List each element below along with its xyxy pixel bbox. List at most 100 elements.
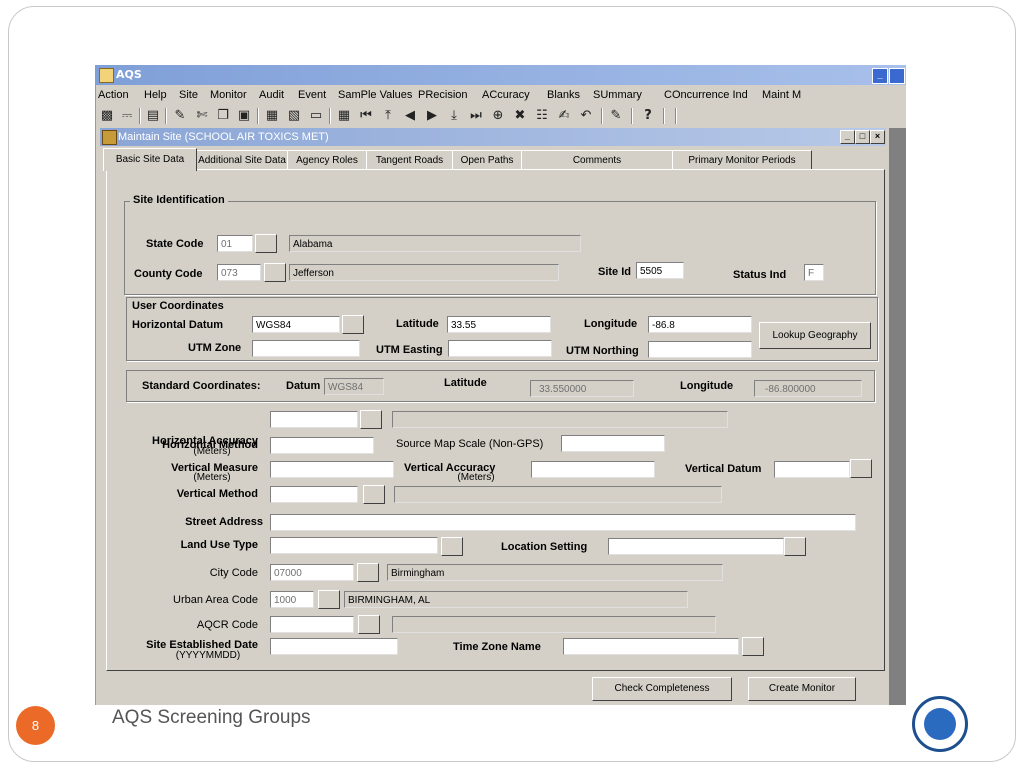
user-coordinates-legend: User Coordinates: [132, 300, 224, 312]
child-window-title: Maintain Site (SCHOOL AIR TOXICS MET): [118, 131, 329, 143]
horizontal-datum-lov-button[interactable]: [342, 315, 364, 334]
notes-icon[interactable]: ✎: [607, 107, 625, 124]
aqcr-code-lov-button[interactable]: [358, 615, 380, 634]
status-ind-field[interactable]: F: [804, 264, 824, 281]
help-icon[interactable]: ?: [639, 107, 657, 124]
next-record-icon[interactable]: ▶: [423, 107, 441, 124]
menu-audit[interactable]: Audit: [259, 89, 284, 101]
city-code-field[interactable]: 07000: [270, 564, 354, 581]
menu-help[interactable]: Help: [144, 89, 167, 101]
tab-open-paths[interactable]: Open Paths: [452, 150, 522, 170]
child-minimize-button[interactable]: _: [840, 130, 855, 144]
undo-icon[interactable]: ↶: [577, 107, 595, 124]
menu-maint[interactable]: Maint M: [762, 89, 801, 101]
tab-agency-roles[interactable]: Agency Roles: [287, 150, 367, 170]
menu-concurrence-ind[interactable]: COncurrence Ind: [664, 89, 748, 101]
duplicate-record-icon[interactable]: ▧: [285, 107, 303, 124]
child-maximize-button[interactable]: □: [855, 130, 870, 144]
urban-area-name-field: BIRMINGHAM, AL: [344, 591, 688, 608]
menu-site[interactable]: Site: [179, 89, 198, 101]
horizontal-method-lov-button[interactable]: [360, 410, 382, 429]
check-completeness-button[interactable]: Check Completeness: [592, 677, 732, 701]
query-icon[interactable]: ☷: [533, 107, 551, 124]
time-zone-name-field[interactable]: [563, 638, 739, 655]
insert-icon[interactable]: ⊕: [489, 107, 507, 124]
tab-basic-site-data[interactable]: Basic Site Data: [103, 148, 197, 171]
city-code-label: City Code: [209, 567, 258, 579]
insert-record-icon[interactable]: ▦: [263, 107, 281, 124]
tab-additional-site-data[interactable]: Additional Site Data: [196, 150, 288, 170]
street-address-field[interactable]: [270, 514, 856, 531]
utm-easting-field[interactable]: [448, 340, 552, 357]
vertical-method-lov-button[interactable]: [363, 485, 385, 504]
vertical-datum-field[interactable]: [774, 461, 850, 478]
location-setting-field[interactable]: [608, 538, 784, 555]
county-name-field: Jefferson: [289, 264, 559, 281]
delete-record-icon[interactable]: ▭: [307, 107, 325, 124]
menu-summary[interactable]: SUmmary: [593, 89, 642, 101]
minimize-button[interactable]: _: [872, 68, 888, 84]
urban-area-code-lov-button[interactable]: [318, 590, 340, 609]
utm-northing-field[interactable]: [648, 341, 752, 358]
state-code-lov-button[interactable]: [255, 234, 277, 253]
street-address-label: Street Address: [185, 516, 263, 528]
previous-record-icon[interactable]: ◀: [401, 107, 419, 124]
cut-icon[interactable]: ✄: [193, 107, 211, 124]
county-code-lov-button[interactable]: [264, 263, 286, 282]
next-set-icon[interactable]: ⏭: [467, 107, 485, 124]
site-established-date-field[interactable]: [270, 638, 398, 655]
vertical-measure-unit: (Meters): [193, 472, 231, 483]
exit-icon[interactable]: ▤: [144, 107, 162, 124]
tab-tangent-roads[interactable]: Tangent Roads: [366, 150, 453, 170]
longitude-field[interactable]: -86.8: [648, 316, 752, 333]
vertical-method-label: Vertical Method: [176, 488, 258, 500]
vertical-datum-lov-button[interactable]: [850, 459, 872, 478]
menu-action[interactable]: Action: [98, 89, 129, 101]
copy-icon[interactable]: ❐: [214, 107, 232, 124]
latitude-field[interactable]: 33.55: [447, 316, 551, 333]
city-code-lov-button[interactable]: [357, 563, 379, 582]
menu-blanks[interactable]: Blanks: [547, 89, 580, 101]
horizontal-datum-field[interactable]: WGS84: [252, 316, 340, 333]
county-code-field[interactable]: 073: [217, 264, 261, 281]
down-icon[interactable]: ⤓: [445, 107, 463, 124]
create-monitor-button[interactable]: Create Monitor: [748, 677, 856, 701]
aqcr-code-field[interactable]: [270, 616, 354, 633]
previous-set-icon[interactable]: ⤒: [379, 107, 397, 124]
menu-event[interactable]: Event: [298, 89, 326, 101]
horizontal-method-field[interactable]: [270, 411, 358, 428]
tab-comments[interactable]: Comments: [521, 150, 673, 170]
standard-latitude-field: 33.550000: [530, 380, 634, 397]
list-icon[interactable]: ▦: [335, 107, 353, 124]
first-record-icon[interactable]: ⏮: [357, 107, 375, 124]
utm-zone-field[interactable]: [252, 340, 360, 357]
state-code-field[interactable]: 01: [217, 235, 253, 252]
save-icon[interactable]: ▩: [98, 107, 116, 124]
edit-query-icon[interactable]: ✍: [555, 107, 573, 124]
location-setting-lov-button[interactable]: [784, 537, 806, 556]
vertical-accuracy-field[interactable]: [531, 461, 655, 478]
land-use-type-lov-button[interactable]: [441, 537, 463, 556]
menu-accuracy[interactable]: ACcuracy: [482, 89, 530, 101]
vertical-measure-field[interactable]: [270, 461, 394, 478]
tab-primary-monitor-periods[interactable]: Primary Monitor Periods: [672, 150, 812, 170]
site-id-field[interactable]: 5505: [636, 262, 684, 279]
print-icon[interactable]: ⎓: [118, 107, 136, 124]
lookup-geography-button[interactable]: Lookup Geography: [759, 322, 871, 349]
urban-area-code-field[interactable]: 1000: [270, 591, 314, 608]
vertical-method-field[interactable]: [270, 486, 358, 503]
paste-icon[interactable]: ▣: [235, 107, 253, 124]
child-close-button[interactable]: ×: [870, 130, 885, 144]
land-use-type-field[interactable]: [270, 537, 438, 554]
edit-icon[interactable]: ✎: [171, 107, 189, 124]
source-map-scale-field[interactable]: [561, 435, 665, 452]
window-title: AQS: [116, 68, 142, 81]
menu-monitor[interactable]: Monitor: [210, 89, 247, 101]
vertical-scrollbar[interactable]: [889, 128, 906, 705]
menu-precision[interactable]: PRecision: [418, 89, 468, 101]
clear-icon[interactable]: ✖: [511, 107, 529, 124]
time-zone-lov-button[interactable]: [742, 637, 764, 656]
menu-sample-values[interactable]: SamPle Values: [338, 89, 412, 101]
maximize-button[interactable]: [889, 68, 905, 84]
horizontal-accuracy-field[interactable]: [270, 437, 374, 454]
